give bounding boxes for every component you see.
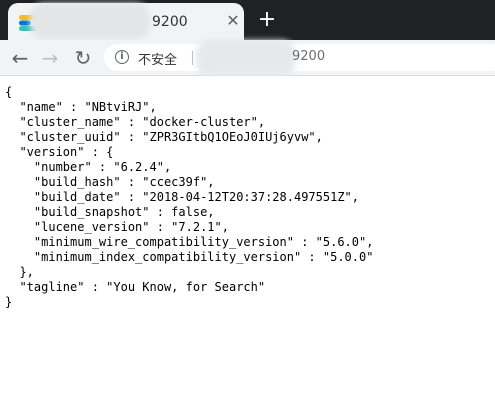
browser-toolbar: ← → ↻ i 不安全 9200 (0, 40, 495, 76)
security-label[interactable]: 不安全 (138, 49, 177, 68)
browser-tab[interactable]: 9200 ✕ (8, 3, 244, 40)
address-bar[interactable]: i 不安全 9200 (104, 40, 495, 76)
new-tab-button[interactable]: + (256, 9, 278, 31)
tab-title: 9200 (152, 14, 188, 30)
info-icon[interactable]: i (115, 50, 129, 64)
forward-button[interactable]: → (38, 46, 62, 70)
reload-button[interactable]: ↻ (71, 46, 95, 70)
tab-strip: 9200 ✕ + (0, 0, 495, 40)
close-tab-icon[interactable]: ✕ (224, 12, 242, 30)
page-content: { "name" : "NBtviRJ", "cluster_name" : "… (0, 76, 495, 400)
separator (192, 51, 193, 65)
back-button[interactable]: ← (8, 46, 32, 70)
url-text[interactable]: 9200 (292, 49, 325, 64)
json-response: { "name" : "NBtviRJ", "cluster_name" : "… (5, 85, 374, 309)
redacted-tab-title (30, 3, 150, 39)
redacted-url (196, 40, 296, 76)
